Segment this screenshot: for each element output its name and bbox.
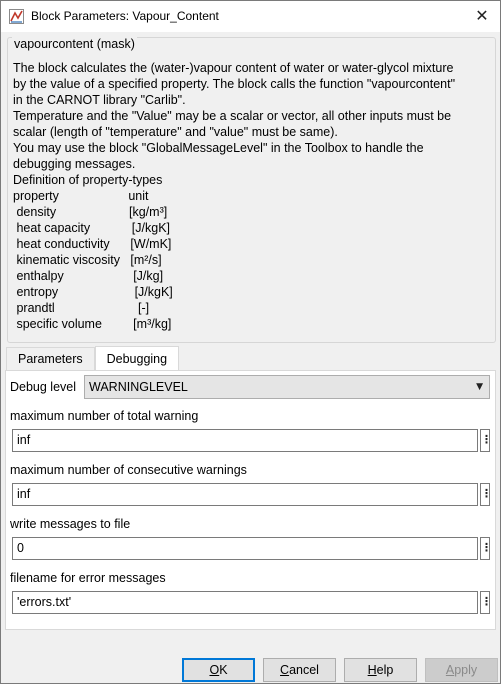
write-messages-input[interactable]: 0	[12, 537, 478, 560]
error-filename-input[interactable]: 'errors.txt'	[12, 591, 478, 614]
mask-description-line: entropy [J/kgK]	[13, 285, 173, 299]
ok-label-rest: K	[219, 663, 228, 677]
mask-description-line: Temperature and the "Value" may be a sca…	[13, 109, 452, 123]
mask-description-line: specific volume [m³/kg]	[13, 317, 172, 331]
help-button[interactable]: Help	[344, 658, 417, 682]
debug-level-label: Debug level	[10, 380, 77, 394]
mask-description-line: Definition of property-types	[13, 173, 163, 187]
mask-description-line: kinematic viscosity [m²/s]	[13, 253, 162, 267]
mask-description-line: enthalpy [J/kg]	[13, 269, 164, 283]
simulink-app-icon	[9, 9, 24, 24]
mask-description-line: You may use the block "GlobalMessageLeve…	[13, 141, 424, 155]
mask-title: vapourcontent (mask)	[12, 37, 137, 51]
max-total-warnings-menu-icon[interactable]: ⋮	[480, 429, 492, 452]
ok-button[interactable]: OK	[182, 658, 255, 682]
help-label-rest: elp	[376, 663, 394, 677]
chevron-down-icon: ▼	[476, 382, 483, 392]
mask-description-line: scalar (length of "temperature" and "val…	[13, 125, 338, 139]
close-icon[interactable]: ✕	[472, 6, 492, 26]
max-consecutive-warnings-input[interactable]: inf	[12, 483, 478, 506]
error-filename-menu-icon[interactable]: ⋮	[480, 591, 492, 614]
mask-description-line: The block calculates the (water-)vapour …	[13, 61, 454, 75]
max-total-warnings-input[interactable]: inf	[12, 429, 478, 452]
mask-description-group: vapourcontent (mask) The block calculate…	[7, 37, 496, 343]
mask-description: The block calculates the (water-)vapour …	[13, 60, 491, 332]
max-consecutive-warnings-menu-icon[interactable]: ⋮	[480, 483, 492, 506]
mask-description-line: property unit	[13, 189, 149, 203]
dialog-window: Block Parameters: Vapour_Content ✕ vapou…	[0, 0, 501, 684]
debug-level-select[interactable]: WARNINGLEVEL ▼	[84, 375, 490, 399]
tab-debugging[interactable]: Debugging	[94, 346, 180, 371]
mask-description-line: heat capacity [J/kgK]	[13, 221, 171, 235]
mask-description-line: heat conductivity [W/mK]	[13, 237, 172, 251]
apply-mnemonic: A	[445, 663, 455, 677]
cancel-mnemonic: C	[280, 663, 290, 677]
write-messages-label: write messages to file	[10, 517, 131, 531]
debug-level-value: WARNINGLEVEL	[89, 380, 188, 394]
max-consecutive-warnings-label: maximum number of consecutive warnings	[10, 463, 247, 477]
window-title: Block Parameters: Vapour_Content	[31, 9, 219, 23]
apply-button[interactable]: Apply	[425, 658, 498, 682]
mask-description-line: by the value of a specified property. Th…	[13, 77, 456, 91]
debugging-panel: Debug level WARNINGLEVEL ▼ maximum numbe…	[5, 370, 496, 630]
write-messages-menu-icon[interactable]: ⋮	[480, 537, 492, 560]
title-bar[interactable]: Block Parameters: Vapour_Content ✕	[1, 1, 500, 32]
mask-description-line: debugging messages.	[13, 157, 136, 171]
cancel-label-rest: ancel	[289, 663, 319, 677]
cancel-button[interactable]: Cancel	[263, 658, 336, 682]
mask-description-line: density [kg/m³]	[13, 205, 168, 219]
mask-description-line: in the CARNOT library "Carlib".	[13, 93, 186, 107]
mask-description-line: prandtl [-]	[13, 301, 150, 315]
ok-mnemonic: O	[209, 663, 220, 677]
tab-parameters[interactable]: Parameters	[6, 347, 95, 371]
apply-label-rest: pply	[454, 663, 478, 677]
help-mnemonic: H	[367, 663, 377, 677]
max-total-warnings-label: maximum number of total warning	[10, 409, 199, 423]
tab-bar: Parameters Debugging	[6, 346, 180, 371]
error-filename-label: filename for error messages	[10, 571, 166, 585]
